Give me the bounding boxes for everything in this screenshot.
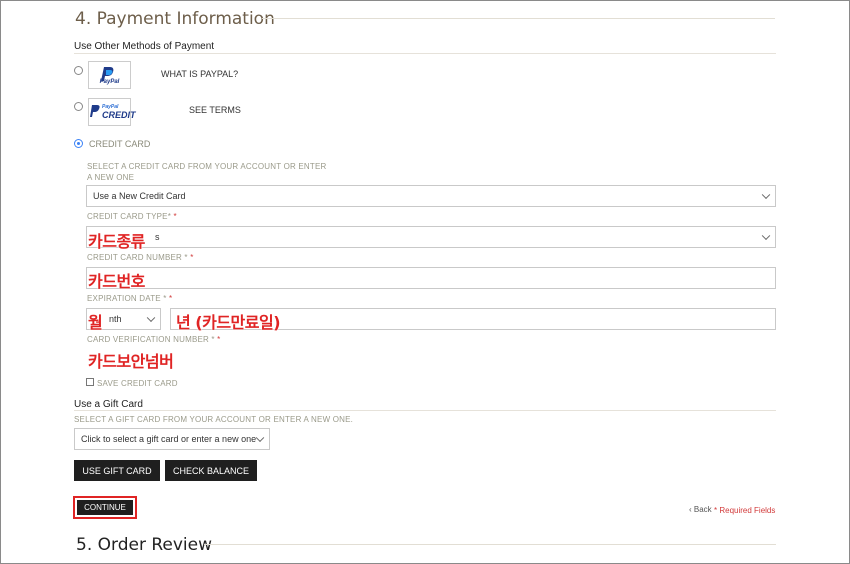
credit-card-radio[interactable]	[74, 139, 83, 148]
required-fields-note: * Required Fields	[714, 506, 776, 515]
select-card-help: SELECT A CREDIT CARD FROM YOUR ACCOUNT O…	[87, 162, 327, 182]
annotation-card-type: 카드종류	[88, 232, 145, 251]
paypal-credit-radio[interactable]	[74, 102, 83, 111]
required-mark: *	[217, 335, 221, 344]
check-balance-button[interactable]: CHECK BALANCE	[165, 460, 257, 481]
chevron-down-icon	[761, 231, 771, 241]
order-review-title: 5. Order Review	[76, 535, 212, 555]
chevron-down-icon	[146, 313, 156, 323]
card-number-input[interactable]	[86, 267, 776, 289]
card-type-label: CREDIT CARD TYPE* *	[87, 212, 177, 221]
see-terms-link[interactable]: SEE TERMS	[189, 105, 241, 115]
chevron-down-icon	[761, 190, 771, 200]
section-divider	[204, 544, 776, 545]
card-select-value: Use a New Credit Card	[93, 191, 186, 201]
card-select[interactable]: Use a New Credit Card	[86, 185, 776, 207]
subheading-divider	[74, 53, 776, 54]
cvv-label-text: CARD VERIFICATION NUMBER *	[87, 335, 215, 344]
required-mark: *	[173, 212, 177, 221]
expiration-label: EXPIRATION DATE * *	[87, 294, 172, 303]
annotation-cvv: 카드보안넘버	[88, 352, 174, 371]
required-mark: *	[190, 253, 194, 262]
what-is-paypal-link[interactable]: WHAT IS PAYPAL?	[161, 69, 238, 79]
expiration-label-text: EXPIRATION DATE *	[87, 294, 167, 303]
paypal-credit-wordmark: CREDIT	[102, 110, 136, 120]
card-number-label-text: CREDIT CARD NUMBER *	[87, 253, 188, 262]
chevron-down-icon	[255, 433, 265, 443]
month-value: nth	[109, 314, 122, 324]
paypal-logo: PayPal	[88, 61, 131, 89]
card-type-label-text: CREDIT CARD TYPE*	[87, 212, 172, 221]
paypal-wordmark: PayPal	[99, 79, 120, 85]
other-methods-heading: Use Other Methods of Payment	[74, 41, 215, 52]
required-mark: *	[169, 294, 173, 303]
card-type-select[interactable]: s	[86, 226, 776, 248]
gift-card-help: SELECT A GIFT CARD FROM YOUR ACCOUNT OR …	[74, 415, 354, 424]
continue-button[interactable]: CONTINUE	[77, 500, 133, 515]
back-link[interactable]: ‹ Back	[689, 505, 712, 514]
gift-card-select[interactable]: Click to select a gift card or enter a n…	[74, 428, 270, 450]
annotation-year: 년 (카드만료일)	[176, 313, 281, 332]
save-card-checkbox[interactable]	[86, 378, 94, 386]
cvv-label: CARD VERIFICATION NUMBER * *	[87, 335, 221, 344]
paypal-radio[interactable]	[74, 66, 83, 75]
annotation-month: 월	[88, 313, 103, 332]
gift-card-heading: Use a Gift Card	[74, 399, 143, 410]
continue-highlight: CONTINUE	[73, 496, 137, 519]
paypal-credit-logo: PayPal CREDIT	[88, 98, 136, 126]
card-type-value: s	[155, 232, 160, 242]
gift-divider	[74, 410, 776, 411]
credit-card-label: CREDIT CARD	[89, 139, 151, 149]
use-gift-card-button[interactable]: USE GIFT CARD	[74, 460, 160, 481]
save-card-label: SAVE CREDIT CARD	[97, 379, 178, 388]
section-divider	[262, 18, 775, 19]
annotation-card-number: 카드번호	[88, 272, 145, 291]
payment-section-title: 4. Payment Information	[75, 9, 275, 29]
card-number-label: CREDIT CARD NUMBER * *	[87, 253, 194, 262]
gift-card-select-value: Click to select a gift card or enter a n…	[81, 434, 257, 444]
